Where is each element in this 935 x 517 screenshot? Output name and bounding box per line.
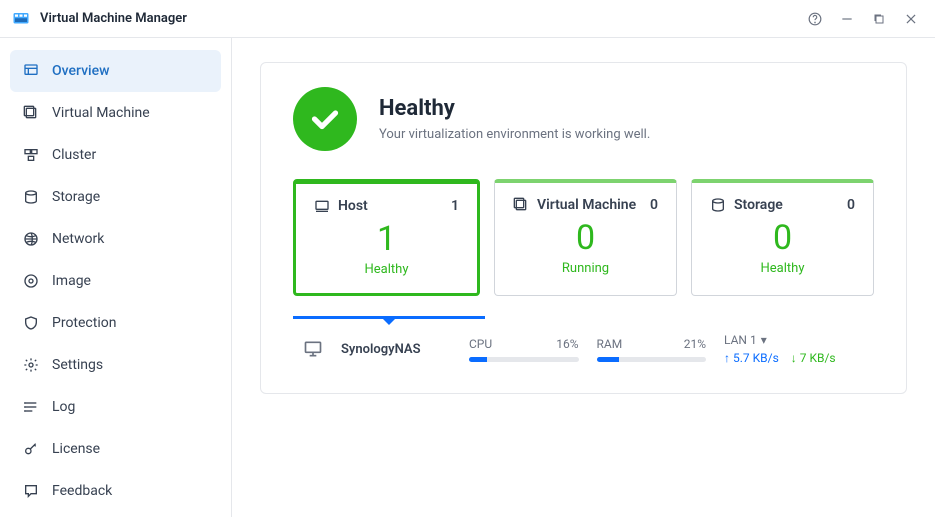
sidebar-item-label: Cluster <box>52 147 96 163</box>
check-icon <box>293 87 357 151</box>
log-icon <box>22 398 40 416</box>
sidebar-item-log[interactable]: Log <box>10 386 221 428</box>
card-value: 0 <box>710 221 855 255</box>
card-count: 0 <box>650 197 658 213</box>
sidebar-item-network[interactable]: Network <box>10 218 221 260</box>
app-title: Virtual Machine Manager <box>40 11 795 26</box>
card-status: Running <box>513 261 658 276</box>
ram-label: RAM <box>597 337 623 351</box>
sidebar-item-virtual-machine[interactable]: Virtual Machine <box>10 92 221 134</box>
sidebar-item-protection[interactable]: Protection <box>10 302 221 344</box>
card-label: Storage <box>734 197 783 213</box>
sidebar-item-overview[interactable]: Overview <box>10 50 221 92</box>
sidebar-item-label: Feedback <box>52 483 112 499</box>
vm-card-icon <box>513 197 529 213</box>
net-download: ↓ 7 KB/s <box>791 351 836 365</box>
sidebar-item-cluster[interactable]: Cluster <box>10 134 221 176</box>
sidebar-item-label: Log <box>52 399 75 415</box>
card-value: 0 <box>513 221 658 255</box>
sidebar-item-label: License <box>52 441 100 457</box>
sidebar-item-label: Settings <box>52 357 103 373</box>
sidebar-item-label: Storage <box>52 189 100 205</box>
network-metric: LAN 1 ▾ ↑ 5.7 KB/s ↓ 7 KB/s <box>724 333 864 365</box>
card-count: 1 <box>451 198 459 214</box>
ram-value: 21% <box>684 337 706 351</box>
vm-icon <box>22 104 40 122</box>
card-count: 0 <box>847 197 855 213</box>
sidebar: Overview Virtual Machine Cluster Storage… <box>0 38 232 517</box>
help-button[interactable] <box>803 7 827 31</box>
ram-bar <box>597 357 707 362</box>
health-title: Healthy <box>379 96 650 121</box>
card-host[interactable]: Host 1 1 Healthy <box>293 179 480 296</box>
sidebar-item-image[interactable]: Image <box>10 260 221 302</box>
storage-icon <box>22 188 40 206</box>
host-name: SynologyNAS <box>341 342 451 357</box>
overview-panel: Healthy Your virtualization environment … <box>260 62 907 394</box>
card-storage[interactable]: Storage 0 0 Healthy <box>691 179 874 296</box>
card-label: Host <box>338 198 368 214</box>
card-label: Virtual Machine <box>537 197 636 213</box>
sidebar-item-storage[interactable]: Storage <box>10 176 221 218</box>
card-status: Healthy <box>314 262 459 277</box>
sidebar-item-license[interactable]: License <box>10 428 221 470</box>
cpu-bar <box>469 357 579 362</box>
sidebar-item-label: Virtual Machine <box>52 105 150 121</box>
cpu-metric: CPU 16% <box>469 337 579 362</box>
maximize-button[interactable] <box>867 7 891 31</box>
cpu-label: CPU <box>469 337 492 351</box>
content-area: Healthy Your virtualization environment … <box>232 38 935 517</box>
sidebar-item-settings[interactable]: Settings <box>10 344 221 386</box>
health-subtitle: Your virtualization environment is worki… <box>379 127 650 142</box>
network-icon <box>22 230 40 248</box>
net-label: LAN 1 <box>724 333 757 347</box>
gear-icon <box>22 356 40 374</box>
host-row[interactable]: SynologyNAS CPU 16% RAM 21% LAN 1 ▾ ↑ 5.7 … <box>293 319 874 369</box>
chevron-down-icon[interactable]: ▾ <box>761 333 767 347</box>
overview-icon <box>22 62 40 80</box>
monitor-icon <box>303 339 323 359</box>
summary-cards: Host 1 1 Healthy Virtual Machine 0 0 Run… <box>293 179 874 296</box>
ram-metric: RAM 21% <box>597 337 707 362</box>
image-icon <box>22 272 40 290</box>
card-virtual-machine[interactable]: Virtual Machine 0 0 Running <box>494 179 677 296</box>
card-status: Healthy <box>710 261 855 276</box>
titlebar: Virtual Machine Manager <box>0 0 935 38</box>
app-icon <box>12 10 30 28</box>
shield-icon <box>22 314 40 332</box>
sidebar-item-label: Overview <box>52 63 109 79</box>
sidebar-item-label: Image <box>52 273 91 289</box>
key-icon <box>22 440 40 458</box>
close-button[interactable] <box>899 7 923 31</box>
feedback-icon <box>22 482 40 500</box>
card-value: 1 <box>314 222 459 256</box>
cpu-value: 16% <box>556 337 578 351</box>
active-tab-indicator <box>293 316 485 319</box>
sidebar-item-label: Network <box>52 231 104 247</box>
storage-card-icon <box>710 197 726 213</box>
net-upload: ↑ 5.7 KB/s <box>724 351 779 365</box>
sidebar-item-feedback[interactable]: Feedback <box>10 470 221 512</box>
host-icon <box>314 198 330 214</box>
health-status: Healthy Your virtualization environment … <box>293 87 874 151</box>
minimize-button[interactable] <box>835 7 859 31</box>
cluster-icon <box>22 146 40 164</box>
sidebar-item-label: Protection <box>52 315 116 331</box>
